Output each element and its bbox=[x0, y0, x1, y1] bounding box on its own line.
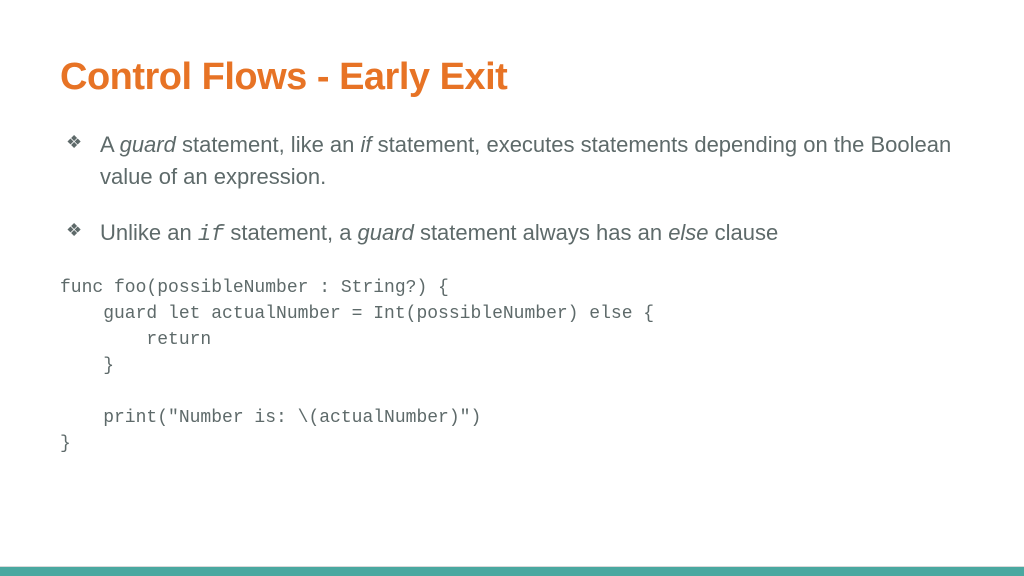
emphasis: guard bbox=[120, 132, 176, 157]
emphasis: guard bbox=[358, 220, 414, 245]
text: statement, a bbox=[224, 220, 357, 245]
bullet-list: A guard statement, like an if statement,… bbox=[60, 129, 964, 251]
text: A bbox=[100, 132, 120, 157]
text: Unlike an bbox=[100, 220, 198, 245]
text: statement always has an bbox=[414, 220, 668, 245]
code-block: func foo(possibleNumber : String?) { gua… bbox=[60, 275, 964, 458]
bullet-item: Unlike an if statement, a guard statemen… bbox=[60, 217, 964, 251]
footer-bar bbox=[0, 566, 1024, 576]
slide-title: Control Flows - Early Exit bbox=[60, 56, 964, 99]
text: clause bbox=[709, 220, 779, 245]
emphasis: if bbox=[361, 132, 372, 157]
emphasis: else bbox=[668, 220, 708, 245]
text: statement, like an bbox=[176, 132, 361, 157]
emphasis-code: if bbox=[198, 222, 224, 247]
bullet-item: A guard statement, like an if statement,… bbox=[60, 129, 964, 193]
